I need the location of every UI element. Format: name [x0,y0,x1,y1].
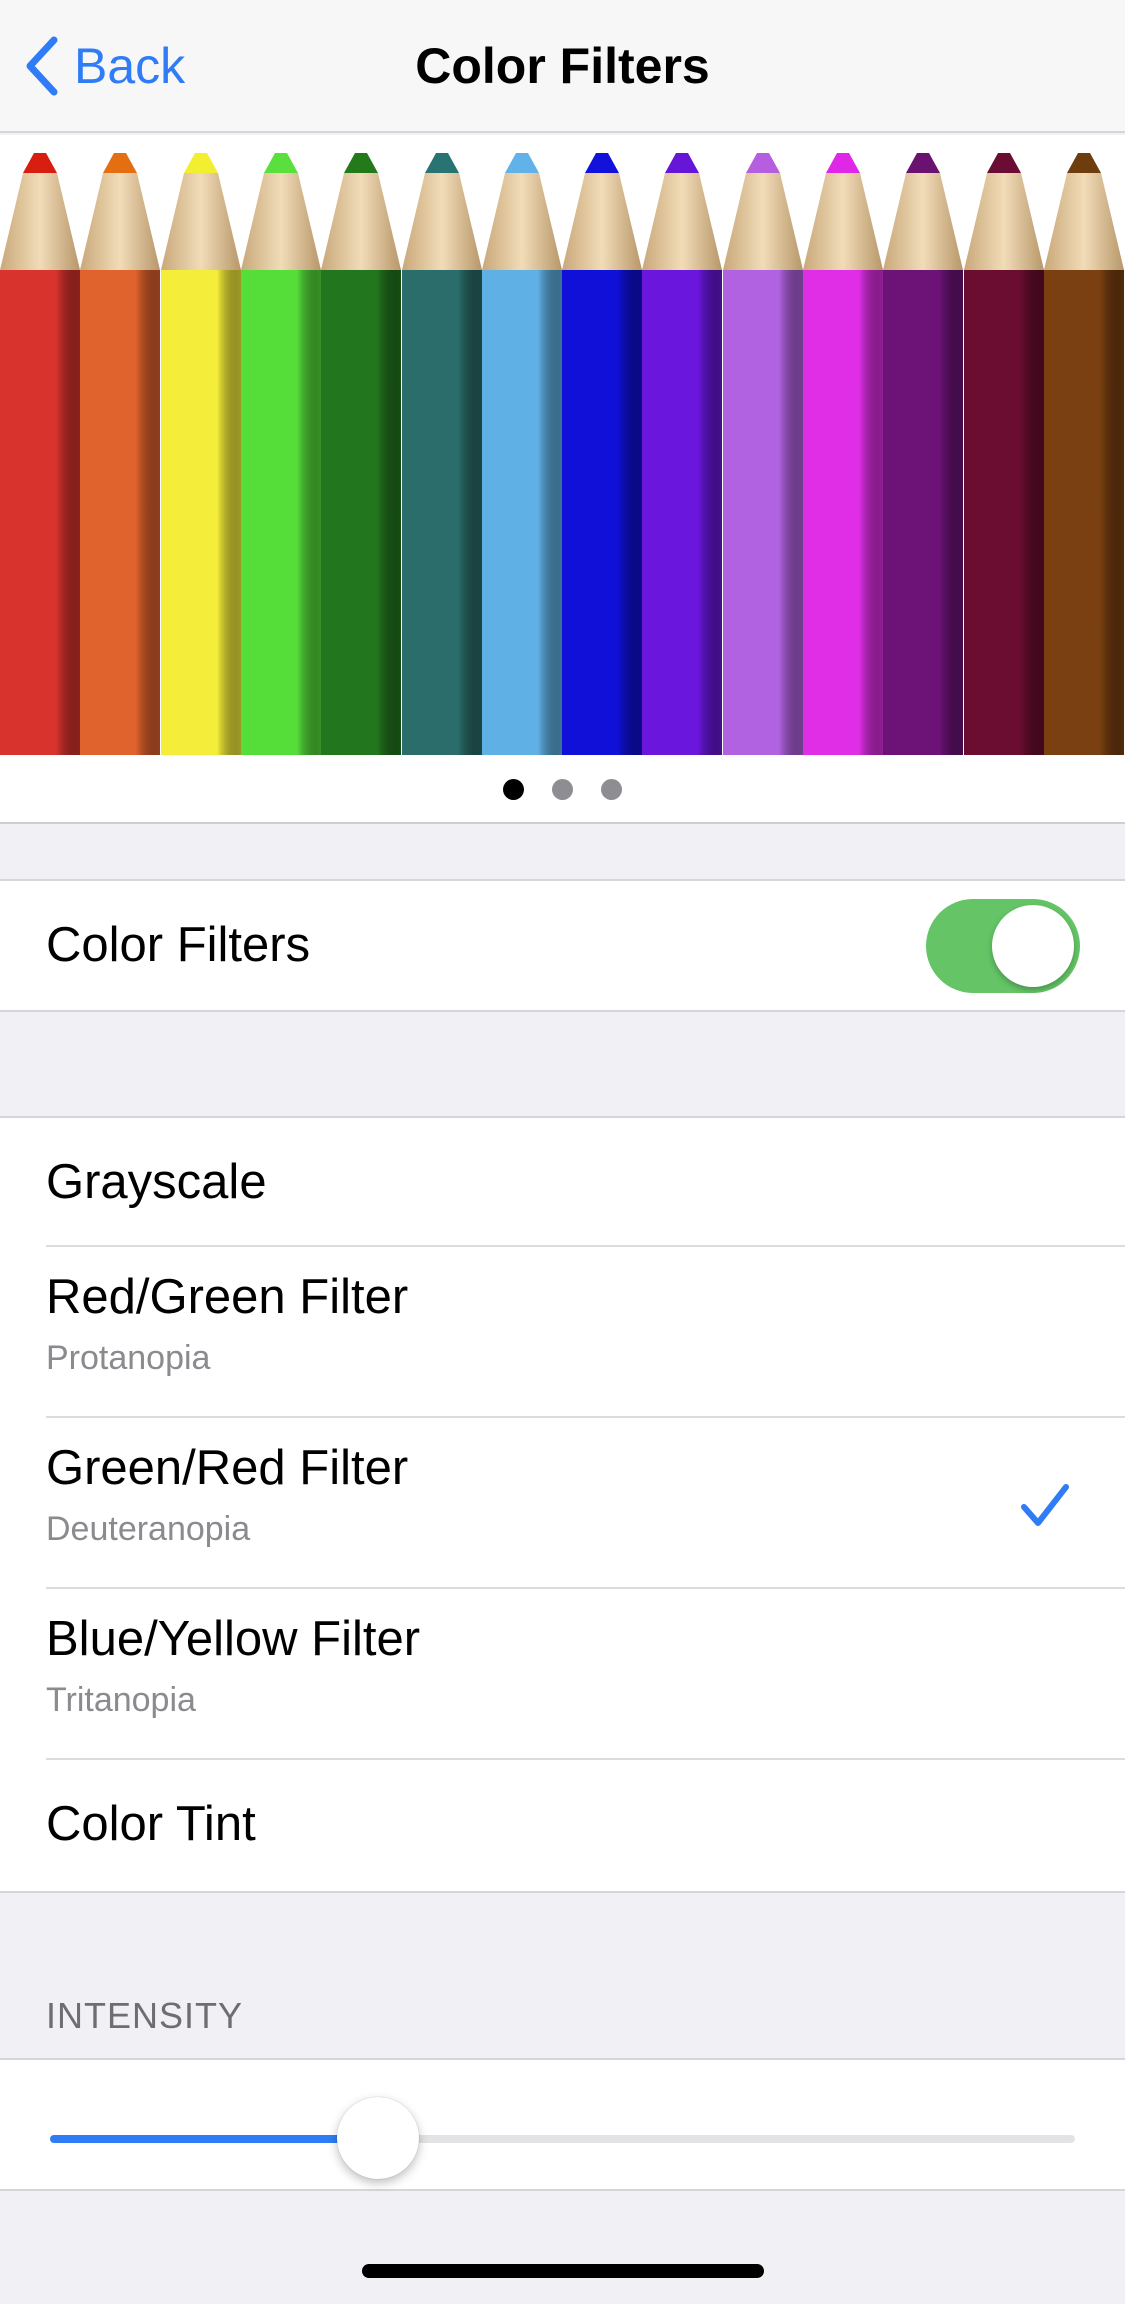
filter-title: Color Tint [46,1797,256,1851]
intensity-slider[interactable] [50,2097,1075,2179]
page-dot-1[interactable] [503,778,524,800]
filter-option-green-red-filter[interactable]: Green/Red Filter Deuteranopia [0,1418,1125,1589]
pencil-12 [883,153,964,755]
filter-options-list: Grayscale Red/Green Filter Protanopia Green… [0,1116,1125,1893]
intensity-slider-fill [50,2135,378,2143]
filter-option-color-tint[interactable]: Color Tint [0,1760,1125,1891]
color-filters-switch[interactable] [926,899,1080,993]
pencil-3 [160,153,241,755]
color-filters-label: Color Filters [46,918,311,972]
checkmark-icon [1021,1483,1069,1526]
preview-gallery[interactable] [0,135,1125,824]
pencil-5 [321,153,402,755]
filter-subtitle: Deuteranopia [46,1510,251,1548]
pencil-7 [481,153,562,755]
navigation-bar: Back Color Filters [0,0,1125,133]
filter-subtitle: Tritanopia [46,1681,196,1719]
filter-title: Green/Red Filter [46,1441,409,1495]
pencil-9 [642,153,723,755]
home-indicator[interactable] [362,2264,764,2278]
page-indicator[interactable] [0,774,1125,804]
page-title: Color Filters [415,38,710,94]
color-filters-row[interactable]: Color Filters [0,881,1125,1010]
filter-title: Blue/Yellow Filter [46,1612,421,1666]
page-dot-2[interactable] [552,778,573,800]
filter-title: Grayscale [46,1155,267,1209]
color-filters-toggle-group: Color Filters [0,879,1125,1012]
pencil-14 [1043,153,1124,755]
intensity-header: INTENSITY [46,1995,244,2036]
intensity-slider-group [0,2058,1125,2191]
pencil-11 [803,153,883,755]
switch-knob [992,905,1074,987]
filter-title: Red/Green Filter [46,1270,409,1324]
pencil-8 [562,153,643,755]
intensity-slider-thumb[interactable] [337,2097,419,2179]
filter-option-red-green-filter[interactable]: Red/Green Filter Protanopia [0,1247,1125,1418]
pencil-4 [240,153,321,755]
page-dot-3[interactable] [601,778,622,800]
pencil-10 [722,153,803,755]
pencil-6 [401,153,482,755]
pencil-1 [0,153,80,755]
filter-option-blue-yellow-filter[interactable]: Blue/Yellow Filter Tritanopia [0,1589,1125,1760]
colored-pencils-image [0,135,1125,755]
filter-subtitle: Protanopia [46,1339,211,1377]
pencil-13 [963,153,1044,755]
pencil-2 [80,153,161,755]
filter-option-grayscale[interactable]: Grayscale [0,1118,1125,1247]
